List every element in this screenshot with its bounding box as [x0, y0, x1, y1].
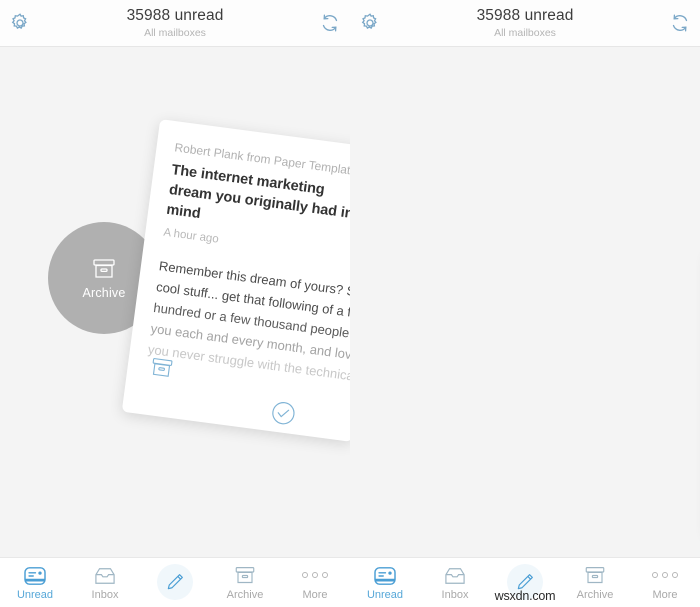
tab-archive[interactable]: Archive — [210, 558, 280, 607]
tab-inbox[interactable]: Inbox — [70, 558, 140, 607]
header-title-group: 35988 unread All mailboxes — [350, 7, 700, 40]
tab-more[interactable]: More — [280, 558, 350, 607]
tab-inbox-label: Inbox — [91, 588, 119, 601]
tab-unread[interactable]: Unread — [0, 558, 70, 607]
header-bar: 35988 unread All mailboxes — [350, 0, 700, 47]
compose-pencil-icon — [157, 563, 193, 600]
more-dots-icon — [302, 564, 328, 586]
inbox-tray-icon — [93, 564, 117, 586]
refresh-icon[interactable] — [318, 11, 342, 35]
bottom-tab-bar: Unread Inbox — [350, 557, 700, 607]
right-panel: 35988 unread All mailboxes Read — [350, 0, 700, 607]
inbox-tray-icon — [443, 564, 467, 586]
tab-more-label: More — [302, 588, 328, 601]
tab-unread-label: Unread — [16, 588, 54, 601]
app-screenshot: 35988 unread All mailboxes Archive Rober… — [0, 0, 700, 607]
page-title: 35988 unread — [126, 7, 224, 24]
page-title: 35988 unread — [476, 7, 574, 24]
site-watermark: wsxdn.com — [494, 589, 556, 603]
unread-mail-icon — [23, 564, 47, 586]
archive-box-icon — [583, 564, 607, 586]
read-action[interactable] — [269, 399, 297, 427]
page-subtitle: All mailboxes — [494, 27, 556, 39]
left-panel: 35988 unread All mailboxes Archive Rober… — [0, 0, 350, 607]
more-dots-icon — [652, 564, 678, 586]
tab-archive-label: Archive — [226, 588, 264, 601]
header-title-group: 35988 unread All mailboxes — [0, 7, 350, 40]
archive-action[interactable] — [148, 355, 175, 381]
tab-compose[interactable] — [140, 558, 210, 607]
refresh-icon[interactable] — [668, 11, 692, 35]
unread-mail-icon — [373, 564, 397, 586]
page-subtitle: All mailboxes — [144, 27, 206, 39]
bottom-tab-bar: Unread Inbox — [0, 557, 350, 607]
archive-badge-label: Archive — [82, 285, 126, 300]
header-bar: 35988 unread All mailboxes — [0, 0, 350, 47]
archive-box-icon — [233, 564, 257, 586]
email-card-swiping[interactable]: Robert Plank from Paper Template The int… — [121, 119, 350, 442]
